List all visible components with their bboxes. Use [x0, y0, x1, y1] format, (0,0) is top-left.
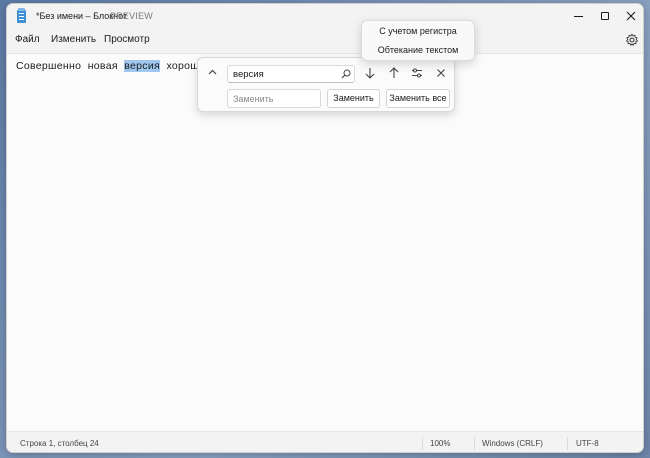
- options-icon[interactable]: [410, 66, 424, 80]
- find-options-menu: С учетом регистра Обтекание текстом: [361, 20, 475, 61]
- replace-all-button[interactable]: Заменить все: [386, 89, 450, 108]
- close-button[interactable]: [616, 4, 643, 29]
- selected-text: версия: [124, 60, 161, 72]
- status-divider: [422, 437, 423, 450]
- close-find-icon[interactable]: [434, 66, 448, 80]
- arrow-down-icon[interactable]: [363, 66, 377, 80]
- maximize-icon: [601, 12, 609, 21]
- collapse-replace-button[interactable]: [205, 66, 219, 80]
- encoding[interactable]: UTF-8: [576, 439, 599, 448]
- close-icon: [626, 11, 636, 21]
- preview-badge: PREVIEW: [110, 11, 153, 21]
- status-divider: [567, 437, 568, 450]
- gear-icon[interactable]: [625, 33, 639, 47]
- find-replace-panel: версия Заменить Заменить Заменить все: [197, 57, 455, 112]
- chevron-up-icon: [208, 69, 216, 75]
- text-before: Совершенно новая: [16, 60, 125, 72]
- option-word-wrap[interactable]: Обтекание текстом: [362, 45, 474, 55]
- search-input[interactable]: версия: [227, 65, 355, 83]
- zoom-level[interactable]: 100%: [430, 439, 450, 448]
- scrollbar[interactable]: [638, 58, 641, 426]
- status-divider: [474, 437, 475, 450]
- menu-file[interactable]: Файл: [15, 34, 40, 45]
- minimize-icon: [573, 15, 583, 17]
- status-bar: Строка 1, столбец 24 100% Windows (CRLF)…: [7, 431, 643, 452]
- option-match-case[interactable]: С учетом регистра: [362, 26, 474, 36]
- replace-input[interactable]: Заменить: [227, 89, 321, 108]
- menu-edit[interactable]: Изменить: [51, 34, 96, 45]
- menu-bar: Файл Изменить Просмотр: [7, 29, 643, 53]
- cursor-position: Строка 1, столбец 24: [20, 439, 99, 448]
- replace-button[interactable]: Заменить: [327, 89, 380, 108]
- menu-view[interactable]: Просмотр: [104, 34, 150, 45]
- search-icon[interactable]: [341, 69, 351, 79]
- notepad-window: *Без имени – Блокнот PREVIEW Файл Измени…: [6, 3, 644, 453]
- text-line: Совершенно новая версия хорошо: [16, 60, 205, 72]
- arrow-up-icon[interactable]: [387, 66, 401, 80]
- title-bar[interactable]: *Без имени – Блокнот PREVIEW: [7, 4, 643, 29]
- line-ending[interactable]: Windows (CRLF): [482, 439, 543, 448]
- notepad-icon: [17, 8, 26, 23]
- minimize-button[interactable]: [563, 4, 593, 29]
